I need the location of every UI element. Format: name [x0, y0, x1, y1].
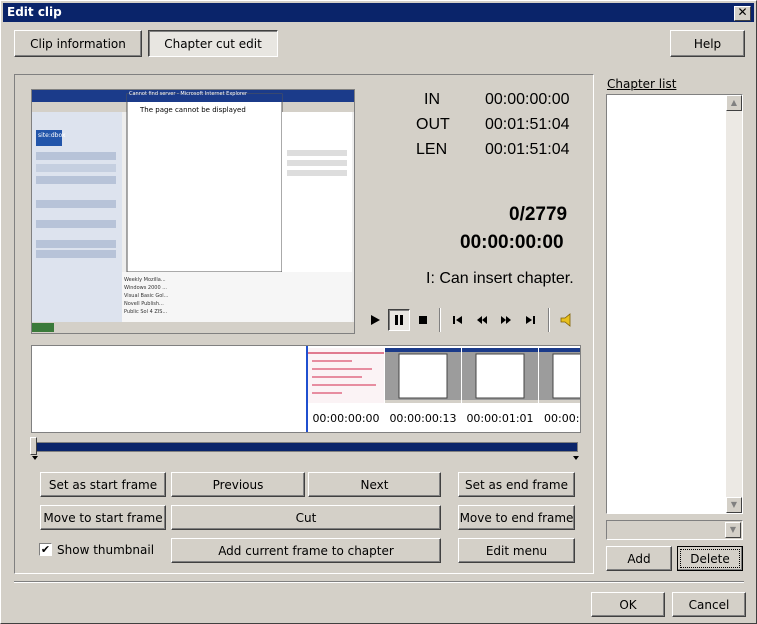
- len-label: LEN: [416, 141, 448, 158]
- chapter-listbox[interactable]: ▲ ▼: [606, 94, 743, 514]
- seek-start-marker-icon: [32, 456, 38, 460]
- transport-divider: [439, 308, 441, 332]
- thumbnail-frame: [539, 348, 580, 403]
- in-label: IN: [424, 91, 440, 108]
- thumbnail-frame: [385, 348, 461, 403]
- move-to-start-frame-button[interactable]: Move to start frame: [40, 505, 166, 530]
- preview-heading: The page cannot be displayed: [140, 106, 246, 114]
- chevron-down-icon[interactable]: ▼: [725, 522, 741, 538]
- thumbnail-timeline[interactable]: 00:00:00:00 00:00:00:13 00:00:01:01 00:0…: [31, 345, 581, 433]
- out-label: OUT: [416, 116, 450, 133]
- title-bar: Edit clip ✕: [3, 3, 754, 22]
- close-icon[interactable]: ✕: [734, 6, 751, 21]
- transport-divider: [548, 308, 550, 332]
- scroll-up-icon[interactable]: ▲: [726, 95, 742, 111]
- preview-dialog-title: Cannot find server - Microsoft Internet …: [129, 91, 247, 97]
- out-value: 00:01:51:04: [485, 116, 570, 133]
- preview-list: Weekly Mozilla... Windows 2000 ... Visua…: [124, 276, 168, 316]
- tab-chapter-cut-edit[interactable]: Chapter cut edit: [148, 30, 278, 57]
- thumbnail-time: 00:00:00:00: [312, 412, 380, 425]
- preview-row: Public Sol 4 ZIS...: [124, 309, 168, 315]
- delete-button[interactable]: Delete: [677, 546, 743, 571]
- preview-frame: [32, 90, 354, 333]
- footer-divider: [14, 581, 744, 583]
- thumbnail-time: 00:00:0: [544, 412, 580, 425]
- edit-menu-button[interactable]: Edit menu: [458, 538, 575, 563]
- fast-forward-icon[interactable]: [495, 309, 517, 331]
- seek-end-marker-icon: [573, 456, 579, 460]
- thumbnail-time: 00:00:01:01: [466, 412, 534, 425]
- next-button[interactable]: Next: [308, 472, 441, 497]
- tab-clip-information[interactable]: Clip information: [14, 30, 142, 57]
- add-chapter-button[interactable]: Add current frame to chapter: [171, 538, 441, 563]
- chapter-list-scrollbar[interactable]: ▲ ▼: [726, 95, 742, 513]
- show-thumbnail-checkbox[interactable]: ✔: [39, 543, 52, 556]
- rewind-icon[interactable]: [471, 309, 493, 331]
- chapter-dropdown[interactable]: ▼: [606, 520, 743, 540]
- prev-frame-icon[interactable]: [447, 309, 469, 331]
- preview-row: Weekly Mozilla...: [124, 277, 166, 283]
- chapter-list-label: Chapter list: [607, 77, 677, 91]
- preview-row: Novell Publish...: [124, 301, 164, 307]
- preview-logo: site:dbox: [38, 132, 66, 139]
- speaker-icon[interactable]: [556, 309, 578, 331]
- move-to-end-frame-button[interactable]: Move to end frame: [458, 505, 575, 530]
- set-end-frame-button[interactable]: Set as end frame: [458, 472, 575, 497]
- set-start-frame-button[interactable]: Set as start frame: [40, 472, 166, 497]
- ok-button[interactable]: OK: [591, 592, 665, 617]
- cut-button[interactable]: Cut: [171, 505, 441, 530]
- preview-row: Windows 2000 ...: [124, 285, 167, 291]
- len-value: 00:01:51:04: [485, 141, 570, 158]
- seek-bar[interactable]: [32, 442, 578, 452]
- play-icon[interactable]: [364, 309, 386, 331]
- thumbnail-frame: [462, 348, 538, 403]
- previous-button[interactable]: Previous: [171, 472, 305, 497]
- current-time: 00:00:00:00: [460, 232, 564, 253]
- in-value: 00:00:00:00: [485, 91, 570, 108]
- frame-counter: 0/2779: [509, 204, 568, 225]
- scroll-down-icon[interactable]: ▼: [726, 497, 742, 513]
- stop-icon[interactable]: [412, 309, 434, 331]
- thumbnail-frame: [308, 348, 384, 403]
- next-frame-icon[interactable]: [519, 309, 541, 331]
- window-title: Edit clip: [7, 5, 62, 19]
- thumbnail-time: 00:00:00:13: [389, 412, 457, 425]
- add-button[interactable]: Add: [606, 546, 672, 571]
- help-button[interactable]: Help: [670, 30, 745, 57]
- edit-clip-window: Edit clip ✕ Clip information Chapter cut…: [0, 0, 757, 624]
- show-thumbnail-label: Show thumbnail: [57, 543, 155, 557]
- cancel-button[interactable]: Cancel: [672, 592, 746, 617]
- seek-handle[interactable]: [30, 437, 37, 455]
- preview-row: Visual Basic Gol...: [124, 293, 169, 299]
- video-preview: Cannot find server - Microsoft Internet …: [31, 89, 355, 334]
- status-text: I: Can insert chapter.: [426, 270, 574, 287]
- pause-icon[interactable]: [388, 309, 410, 331]
